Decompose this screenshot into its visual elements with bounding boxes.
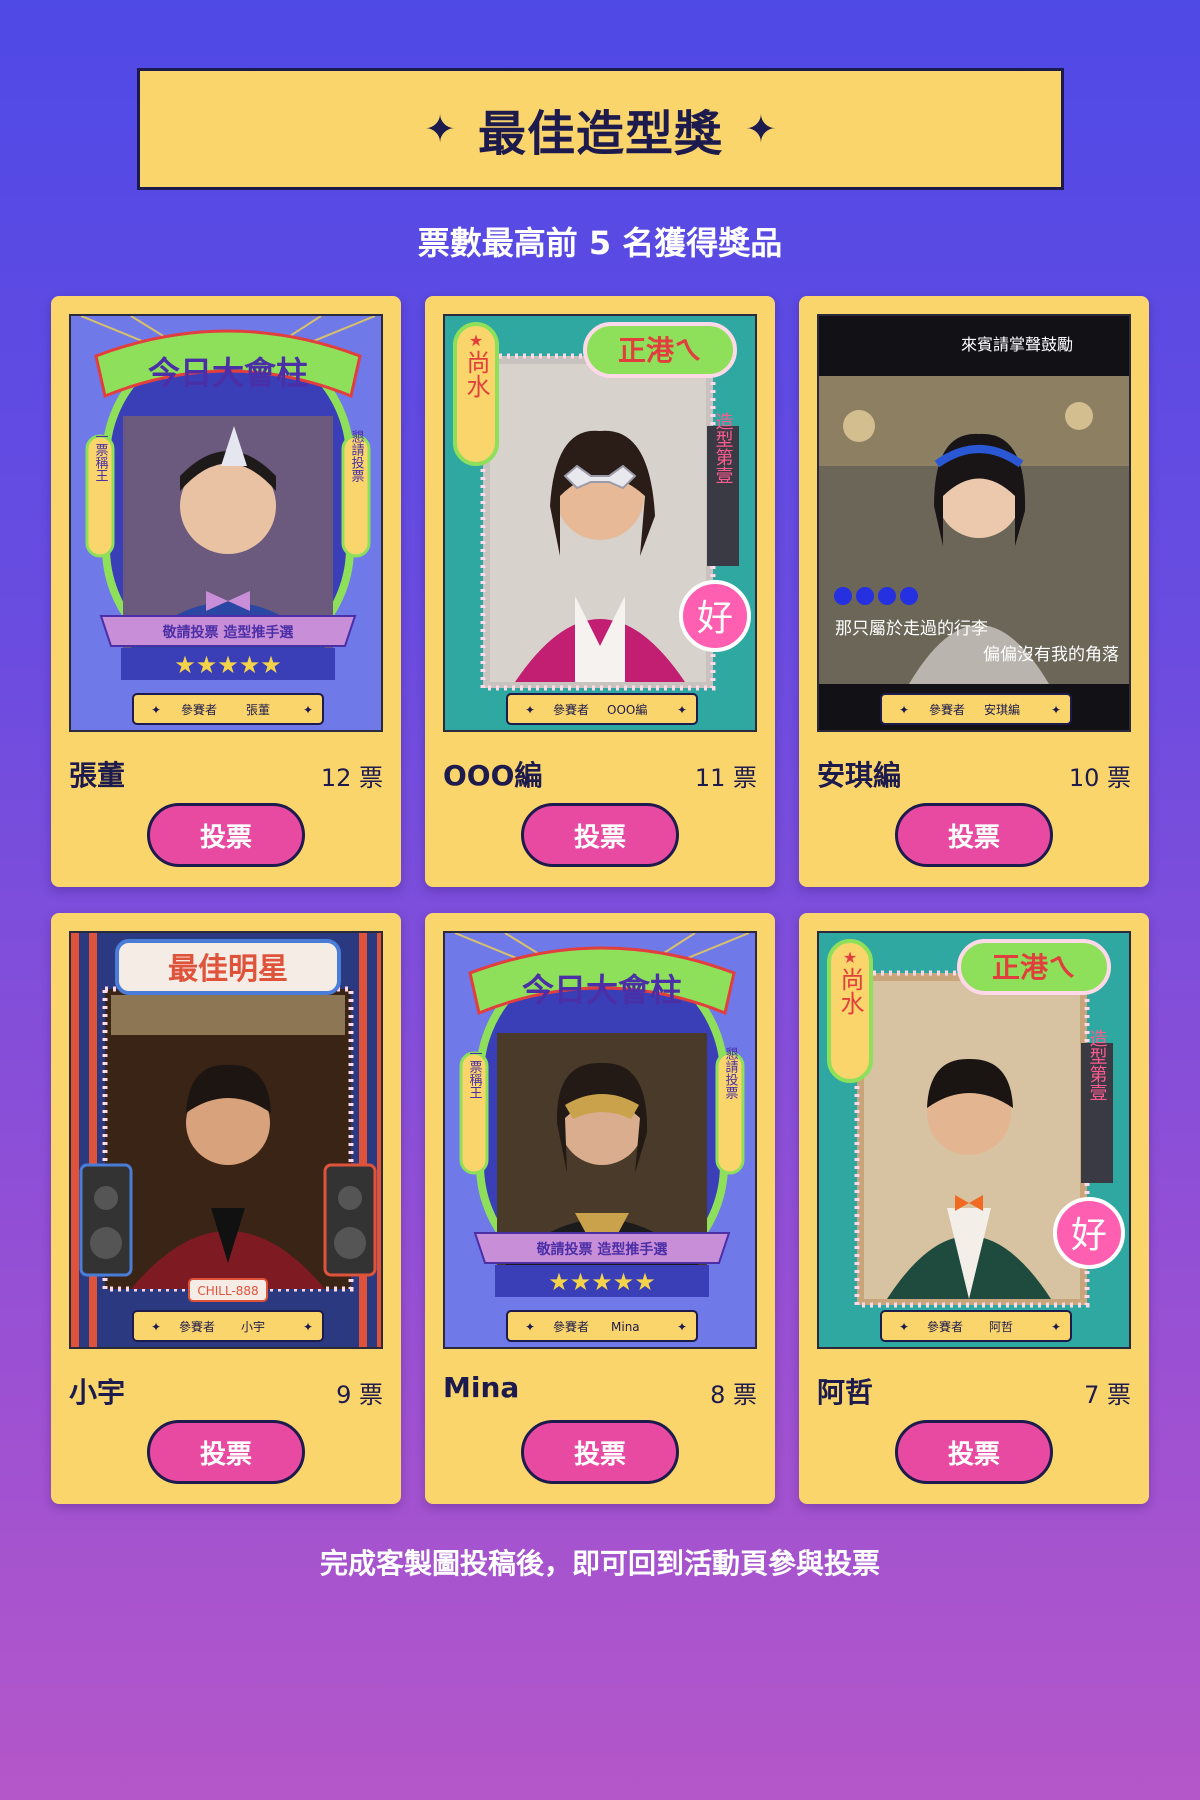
contestant-name: OOO編 [443, 759, 543, 792]
contestant-photo[interactable]: 今日大會柱 一票稱王 懇請投票 敬請投票 造型推手選 ★★★★★ ✦ 參賽者 M… [443, 931, 757, 1349]
frame-caption-line2: 偏偏沒有我的角落 [983, 645, 1119, 665]
vote-count: 7 票 [1084, 1381, 1131, 1409]
contestant-card: 最佳明星 CHILL-888 ✦ 參賽者 小宇 ✦ 小宇 9 票 投票 [51, 913, 401, 1504]
svg-text:✦: ✦ [303, 703, 313, 717]
award-title-banner: ✦ 最佳造型獎 ✦ [137, 68, 1064, 190]
contestant-photo[interactable]: ★ 尚水 正港ㄟ 造型第壹 好 ✦ 參賽者 阿哲 ✦ [817, 931, 1131, 1349]
frame-right-sign: 懇請投票 [349, 429, 365, 482]
vote-button[interactable]: 投票 [147, 1420, 305, 1484]
contestant-name: Mina [443, 1371, 520, 1404]
award-title: 最佳造型獎 [477, 106, 723, 162]
frame-plate-text: CHILL-888 [197, 1284, 258, 1298]
contestant-card: 來賓請掌聲鼓勵 那只屬於走過的行李 偏偏沒有我的角落 ✦ 參賽者 安琪編 ✦ 安… [799, 296, 1149, 887]
frame-marquee-title: 今日大會柱 [148, 354, 308, 392]
svg-text:✦: ✦ [525, 703, 535, 717]
svg-text:★★★★★: ★★★★★ [548, 1268, 656, 1296]
svg-text:✦: ✦ [151, 703, 161, 717]
plate-label: 參賽者 [179, 1319, 215, 1334]
contestant-photo[interactable]: 來賓請掌聲鼓勵 那只屬於走過的行李 偏偏沒有我的角落 ✦ 參賽者 安琪編 ✦ [817, 314, 1131, 732]
vote-count: 12 票 [320, 764, 383, 792]
contestant-name: 阿哲 [817, 1376, 874, 1409]
frame-left-sign: 一票稱王 [467, 1047, 483, 1099]
frame-ribbon: 敬請投票 造型推手選 [162, 624, 294, 641]
vote-button[interactable]: 投票 [895, 803, 1053, 867]
svg-text:★★★★★: ★★★★★ [174, 651, 282, 679]
plate-label: 參賽者 [929, 702, 965, 717]
frame-hk-badge: 正港ㄟ [992, 951, 1076, 984]
svg-text:✦: ✦ [899, 703, 909, 717]
contestant-card: 今日大會柱 一票稱王 懇請投票 敬請投票 造型推手選 ★★★★★ ✦ 參賽者 張… [51, 296, 401, 887]
plate-name: OOO編 [607, 702, 647, 717]
frame-hk-right: 造型第壹 [1087, 1029, 1108, 1101]
plate-name: 安琪編 [984, 702, 1020, 717]
vote-button[interactable]: 投票 [895, 1420, 1053, 1484]
plate-name: 張董 [246, 703, 270, 717]
sparkle-left-icon: ✦ [424, 107, 456, 151]
vote-count: 11 票 [694, 764, 757, 792]
frame-hk-good: 好 [697, 598, 733, 639]
frame-marquee-title: 今日大會柱 [522, 971, 682, 1009]
svg-text:★: ★ [469, 331, 483, 350]
contestant-card: ★ 尚水 正港ㄟ 造型第壹 好 ✦ 參賽者 阿哲 ✦ 阿哲 7 票 投票 [799, 913, 1149, 1504]
frame-caption-line1: 那只屬於走過的行李 [835, 619, 988, 639]
frame-hk-good: 好 [1071, 1215, 1107, 1256]
frame-hk-badge: 正港ㄟ [618, 334, 702, 367]
svg-text:✦: ✦ [1051, 1320, 1061, 1334]
frame-ribbon: 敬請投票 造型推手選 [536, 1241, 668, 1258]
sparkle-right-icon: ✦ [745, 107, 777, 151]
svg-text:✦: ✦ [303, 1320, 313, 1334]
frame-hk-left: 尚水 [462, 350, 490, 398]
svg-text:✦: ✦ [899, 1320, 909, 1334]
vote-button[interactable]: 投票 [147, 803, 305, 867]
plate-label: 參賽者 [181, 702, 217, 717]
frame-star-title: 最佳明星 [168, 952, 288, 987]
plate-name: 小宇 [241, 1320, 265, 1334]
frame-caption-top: 來賓請掌聲鼓勵 [961, 335, 1073, 354]
prize-subtitle: 票數最高前 5 名獲得獎品 [417, 224, 783, 262]
plate-name: Mina [611, 1320, 640, 1334]
contestant-name: 小宇 [69, 1376, 126, 1409]
svg-text:✦: ✦ [525, 1320, 535, 1334]
vote-button[interactable]: 投票 [521, 1420, 679, 1484]
contestant-name: 安琪編 [817, 759, 902, 792]
plate-label: 參賽者 [553, 1319, 589, 1334]
contestant-name: 張董 [69, 759, 126, 792]
vote-button[interactable]: 投票 [521, 803, 679, 867]
contestant-grid: 今日大會柱 一票稱王 懇請投票 敬請投票 造型推手選 ★★★★★ ✦ 參賽者 張… [51, 296, 1150, 1504]
contestant-photo[interactable]: 今日大會柱 一票稱王 懇請投票 敬請投票 造型推手選 ★★★★★ ✦ 參賽者 張… [69, 314, 383, 732]
contestant-card: ★ 尚水 正港ㄟ 造型第壹 好 ✦ 參賽者 OOO編 ✦ OOO編 11 票 投… [425, 296, 775, 887]
svg-text:✦: ✦ [677, 1320, 687, 1334]
contestant-photo[interactable]: ★ 尚水 正港ㄟ 造型第壹 好 ✦ 參賽者 OOO編 ✦ [443, 314, 757, 732]
vote-count: 9 票 [336, 1381, 383, 1409]
frame-hk-right: 造型第壹 [713, 412, 734, 484]
vote-count: 8 票 [710, 1381, 757, 1409]
svg-text:✦: ✦ [151, 1320, 161, 1334]
frame-left-sign: 一票稱王 [93, 430, 109, 482]
svg-text:★: ★ [843, 948, 857, 967]
plate-label: 參賽者 [927, 1319, 963, 1334]
vote-count: 10 票 [1068, 764, 1131, 792]
frame-hk-left: 尚水 [836, 967, 864, 1015]
svg-text:✦: ✦ [1051, 703, 1061, 717]
plate-label: 參賽者 [553, 702, 589, 717]
footer-note: 完成客製圖投稿後，即可回到活動頁參與投票 [319, 1547, 880, 1580]
contestant-photo[interactable]: 最佳明星 CHILL-888 ✦ 參賽者 小宇 ✦ [69, 931, 383, 1349]
contestant-card: 今日大會柱 一票稱王 懇請投票 敬請投票 造型推手選 ★★★★★ ✦ 參賽者 M… [425, 913, 775, 1504]
svg-text:✦: ✦ [677, 703, 687, 717]
frame-right-sign: 懇請投票 [723, 1046, 739, 1099]
plate-name: 阿哲 [989, 1320, 1013, 1334]
